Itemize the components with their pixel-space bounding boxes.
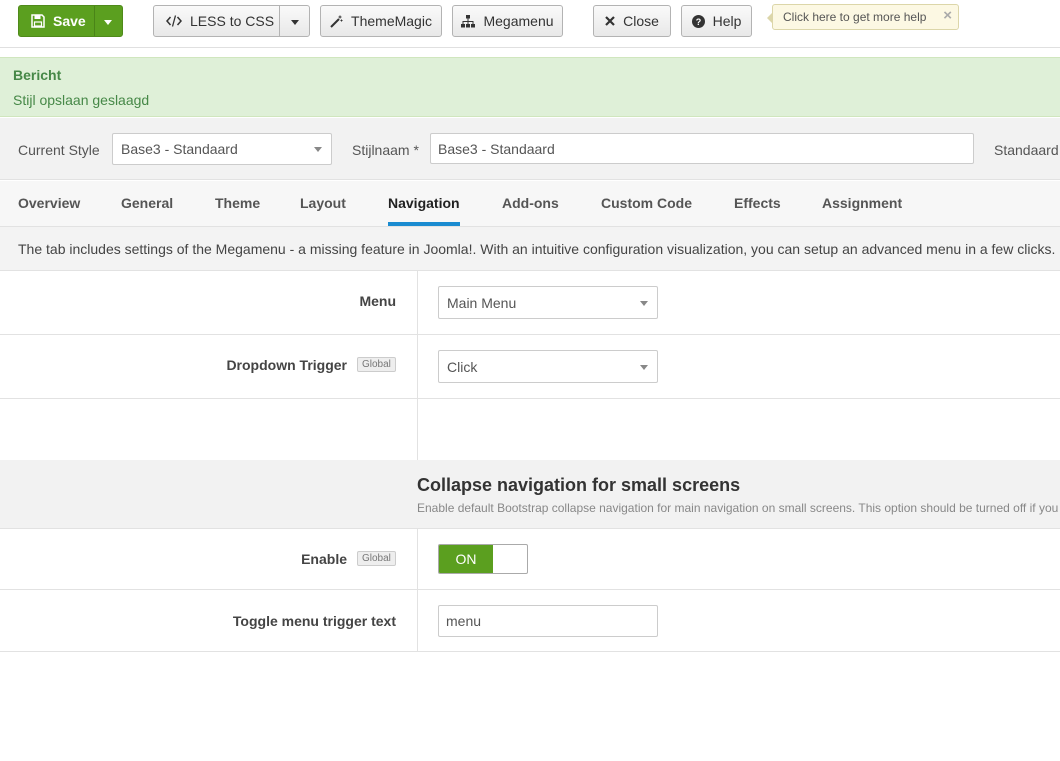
tab-navigation[interactable]: Navigation <box>388 195 460 226</box>
code-icon <box>166 15 182 27</box>
tab-add-ons[interactable]: Add-ons <box>502 195 559 211</box>
empty-row <box>0 399 1060 460</box>
tab-effects[interactable]: Effects <box>734 195 781 211</box>
save-button[interactable]: Save <box>18 5 123 37</box>
toggle-text-row: Toggle menu trigger text menu <box>0 590 1060 652</box>
toggle-text-value: menu <box>446 613 482 629</box>
global-badge: Global <box>357 357 396 372</box>
less-to-css-label: LESS to CSS <box>190 13 275 29</box>
dropdown-trigger-label: Dropdown Trigger <box>226 357 347 373</box>
dropdown-trigger-select[interactable]: Click <box>438 350 658 383</box>
help-button[interactable]: ? Help <box>681 5 752 37</box>
toggle-on-state: ON <box>439 545 493 573</box>
save-dropdown-caret-icon[interactable] <box>104 20 112 25</box>
sitemap-icon <box>461 14 476 28</box>
current-style-value: Base3 - Standaard <box>121 141 238 157</box>
settings-tabs: Overview General Theme Layout Navigation… <box>0 181 1060 227</box>
close-icon <box>605 16 615 26</box>
magic-wand-icon <box>330 15 343 28</box>
success-message: Bericht Stijl opslaan geslaagd <box>0 57 1060 117</box>
style-name-input[interactable]: Base3 - Standaard <box>430 133 974 164</box>
toggle-text-input[interactable]: menu <box>438 605 658 637</box>
menu-select[interactable]: Main Menu <box>438 286 658 319</box>
menu-label: Menu <box>359 293 396 309</box>
question-circle-icon: ? <box>691 14 705 28</box>
thememagic-button[interactable]: ThemeMagic <box>320 5 442 37</box>
tab-custom-code[interactable]: Custom Code <box>601 195 692 211</box>
style-name-value: Base3 - Standaard <box>438 140 555 157</box>
current-style-label: Current Style <box>18 142 100 158</box>
close-button[interactable]: Close <box>593 5 671 37</box>
help-tooltip-text: Click here to get more help <box>783 10 927 24</box>
message-text: Stijl opslaan geslaagd <box>13 92 150 108</box>
less-dropdown-caret-icon[interactable] <box>291 20 299 25</box>
enable-label: Enable <box>301 551 347 567</box>
close-label: Close <box>623 13 659 29</box>
tab-theme[interactable]: Theme <box>215 195 260 211</box>
tab-overview[interactable]: Overview <box>18 195 80 211</box>
help-label: Help <box>712 13 742 29</box>
menu-value: Main Menu <box>447 294 517 311</box>
svg-text:?: ? <box>695 17 701 27</box>
section-description: Enable default Bootstrap collapse naviga… <box>417 501 1059 515</box>
toggle-text-label: Toggle menu trigger text <box>232 613 396 629</box>
tab-layout[interactable]: Layout <box>300 195 346 211</box>
chevron-down-icon <box>314 147 322 152</box>
tooltip-close-icon[interactable]: × <box>943 7 952 24</box>
tab-assignment[interactable]: Assignment <box>822 195 902 211</box>
section-title: Collapse navigation for small screens <box>417 475 741 495</box>
message-heading: Bericht <box>13 67 62 83</box>
toolbar: Save LESS to CSS ThemeMagic Megamenu Clo… <box>0 0 1060 48</box>
default-style-label: Standaard <box>994 142 1059 158</box>
collapse-section: Collapse navigation for small screens En… <box>0 460 1060 529</box>
help-tooltip[interactable]: Click here to get more help × <box>767 4 959 30</box>
less-to-css-button[interactable]: LESS to CSS <box>153 5 310 37</box>
style-bar: Current Style Base3 - Standaard Stijlnaa… <box>0 118 1060 180</box>
menu-row: Menu Main Menu <box>0 271 1060 335</box>
current-style-select[interactable]: Base3 - Standaard <box>112 133 332 165</box>
megamenu-label: Megamenu <box>483 13 554 29</box>
dropdown-trigger-value: Click <box>447 358 478 375</box>
chevron-down-icon <box>640 300 648 306</box>
style-name-label: Stijlnaam * <box>352 142 419 158</box>
thememagic-label: ThemeMagic <box>351 13 432 29</box>
tab-general[interactable]: General <box>121 195 173 211</box>
enable-toggle[interactable]: ON <box>438 544 528 574</box>
megamenu-button[interactable]: Megamenu <box>452 5 563 37</box>
dropdown-trigger-row: Dropdown Trigger Global Click <box>0 335 1060 399</box>
chevron-down-icon <box>640 364 648 370</box>
save-icon <box>31 14 45 28</box>
tab-description: The tab includes settings of the Megamen… <box>0 227 1060 271</box>
enable-row: Enable Global <box>0 529 1060 590</box>
save-button-label: Save <box>53 13 86 29</box>
global-badge: Global <box>357 551 396 566</box>
